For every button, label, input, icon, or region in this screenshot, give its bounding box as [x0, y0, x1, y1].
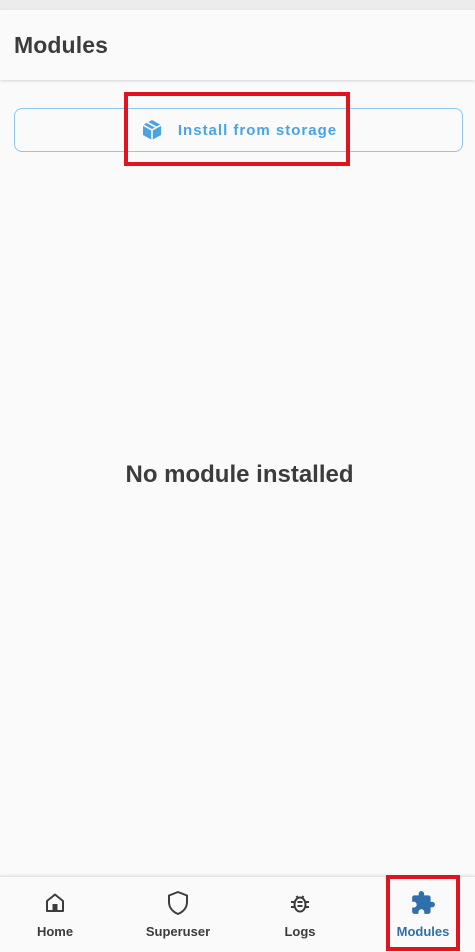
install-from-storage-label: Install from storage [177, 121, 338, 139]
nav-label-modules: Modules [396, 924, 450, 939]
nav-label-superuser: Superuser [145, 924, 211, 939]
app-bar: Modules [0, 10, 475, 80]
nav-label-logs: Logs [284, 924, 316, 939]
shield-icon [165, 890, 191, 916]
home-icon [42, 890, 68, 916]
nav-label-home: Home [36, 924, 74, 939]
puzzle-icon [410, 890, 436, 916]
bug-icon [287, 890, 313, 916]
install-from-storage-button[interactable]: Install from storage [14, 108, 463, 152]
nav-item-logs[interactable]: Logs [260, 877, 340, 949]
nav-item-modules[interactable]: Modules [385, 877, 461, 949]
status-bar [0, 0, 475, 10]
page-title: Modules [14, 32, 108, 58]
empty-state-text: No module installed [125, 461, 354, 488]
nav-item-superuser[interactable]: Superuser [133, 877, 223, 949]
nav-item-home[interactable]: Home [15, 877, 95, 949]
bottom-navigation: Home Superuser Logs Modules [0, 876, 475, 952]
package-icon [140, 118, 164, 142]
